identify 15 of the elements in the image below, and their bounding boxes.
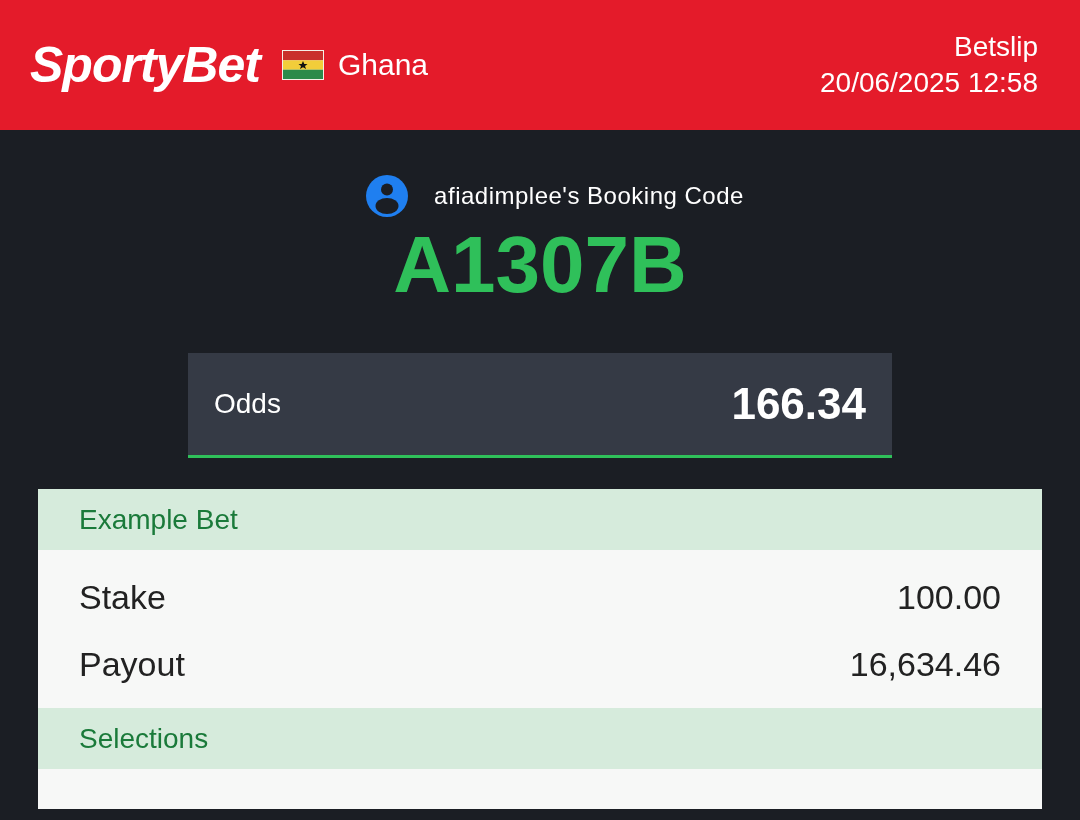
date-time: 20/06/2025 12:58 bbox=[820, 67, 1038, 99]
row-value: 100.00 bbox=[897, 578, 1001, 617]
booking-code: A1307B bbox=[393, 221, 687, 309]
odds-value: 166.34 bbox=[731, 379, 866, 429]
booking-code-label: afiadimplee's Booking Code bbox=[434, 182, 744, 210]
odds-label: Odds bbox=[214, 388, 281, 420]
row-label: Stake bbox=[79, 578, 166, 617]
country-label: Ghana bbox=[337, 48, 428, 82]
flag-icon bbox=[281, 50, 324, 80]
section-header: Example Bet bbox=[38, 489, 1042, 550]
row-value: 16,634.46 bbox=[849, 645, 1001, 684]
user-avatar-icon bbox=[366, 175, 409, 217]
section-header: Selections bbox=[38, 708, 1042, 769]
row-label: Payout bbox=[79, 645, 185, 684]
page-title: Betslip bbox=[953, 31, 1038, 63]
